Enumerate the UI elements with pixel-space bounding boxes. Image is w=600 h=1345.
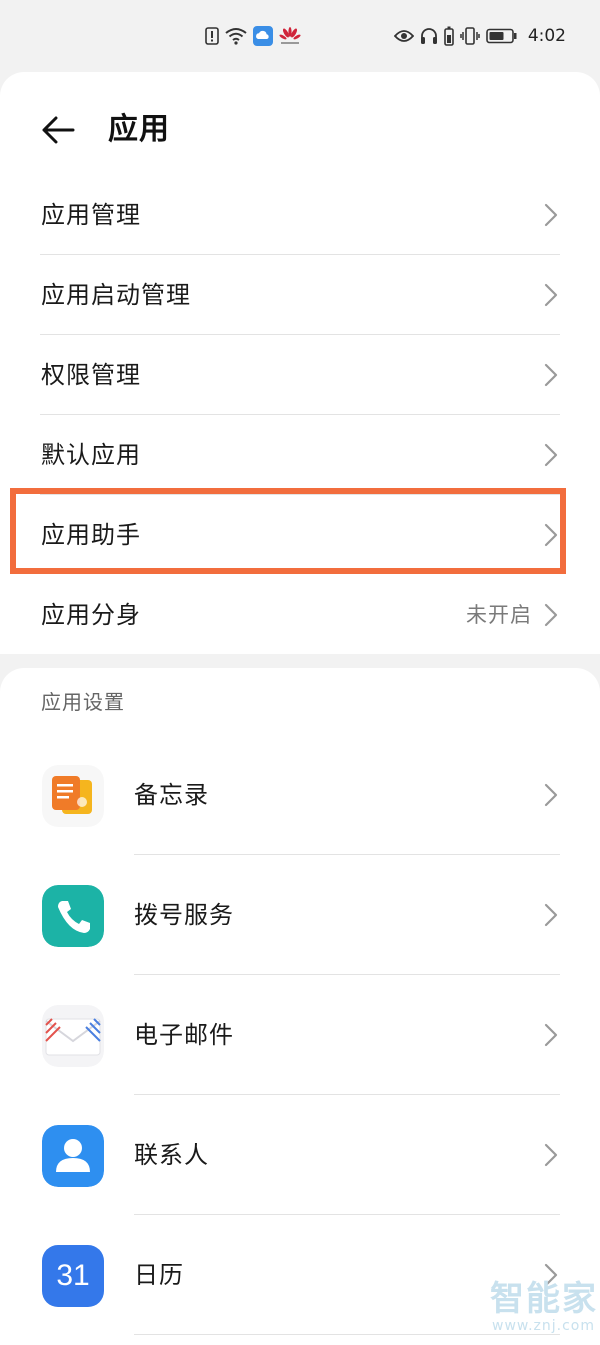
menu-item-value: 未开启 xyxy=(466,603,532,627)
menu-item-label: 默认应用 xyxy=(41,441,141,469)
cloud-icon xyxy=(253,26,273,46)
huawei-icon xyxy=(279,26,301,46)
app-label: 电子邮件 xyxy=(134,1021,234,1049)
calendar-icon-text: 31 xyxy=(56,1259,90,1292)
notepad-icon xyxy=(42,765,104,827)
chevron-right-icon xyxy=(544,1143,558,1167)
app-label: 日历 xyxy=(134,1261,184,1289)
menu-item-app-launch[interactable]: 应用启动管理 xyxy=(0,255,600,335)
menu-item-label: 应用启动管理 xyxy=(41,281,191,309)
alert-icon xyxy=(205,27,219,45)
app-label: 拨号服务 xyxy=(134,901,234,929)
chevron-right-icon xyxy=(544,783,558,807)
menu-item-app-management[interactable]: 应用管理 xyxy=(0,175,600,255)
contacts-icon xyxy=(42,1125,104,1187)
status-bar: 4:02 xyxy=(0,0,600,72)
menu-item-label: 权限管理 xyxy=(41,361,141,389)
back-arrow-icon xyxy=(42,116,75,144)
app-item-dialer[interactable]: 拨号服务 xyxy=(0,855,600,975)
headphones-icon xyxy=(420,27,438,45)
menu-item-label: 应用助手 xyxy=(41,521,141,549)
battery-saver-icon xyxy=(444,26,454,46)
watermark-url: www.znj.com xyxy=(492,1318,595,1334)
menu-item-app-twin[interactable]: 应用分身 未开启 xyxy=(0,575,600,655)
calendar-icon: 31 xyxy=(42,1245,104,1307)
app-item-contacts[interactable]: 联系人 xyxy=(0,1095,600,1215)
back-button[interactable] xyxy=(36,108,80,152)
menu-item-permissions[interactable]: 权限管理 xyxy=(0,335,600,415)
chevron-right-icon xyxy=(544,443,558,467)
app-item-notepad[interactable]: 备忘录 xyxy=(0,735,600,855)
app-label: 联系人 xyxy=(134,1141,209,1169)
watermark: 智能家 www.znj.com xyxy=(490,1280,600,1345)
phone-icon xyxy=(42,885,104,947)
eye-icon xyxy=(393,29,414,43)
section-header: 应用设置 xyxy=(41,690,125,714)
watermark-text: 智能家 xyxy=(490,1279,598,1319)
chevron-right-icon xyxy=(544,1023,558,1047)
chevron-right-icon xyxy=(544,203,558,227)
chevron-right-icon xyxy=(544,903,558,927)
page-title: 应用 xyxy=(108,112,170,147)
wifi-icon xyxy=(225,27,247,45)
menu-item-default-apps[interactable]: 默认应用 xyxy=(0,415,600,495)
menu-item-label: 应用分身 xyxy=(41,601,141,629)
chevron-right-icon xyxy=(544,603,558,627)
status-time: 4:02 xyxy=(527,26,566,46)
chevron-right-icon xyxy=(544,363,558,387)
chevron-right-icon xyxy=(544,523,558,547)
app-label: 备忘录 xyxy=(134,781,209,809)
vibrate-icon xyxy=(460,26,480,46)
chevron-right-icon xyxy=(544,283,558,307)
menu-item-app-assistant[interactable]: 应用助手 xyxy=(0,495,600,575)
app-item-email[interactable]: 电子邮件 xyxy=(0,975,600,1095)
menu-item-label: 应用管理 xyxy=(41,201,141,229)
email-icon xyxy=(42,1005,104,1067)
battery-icon xyxy=(486,28,518,44)
